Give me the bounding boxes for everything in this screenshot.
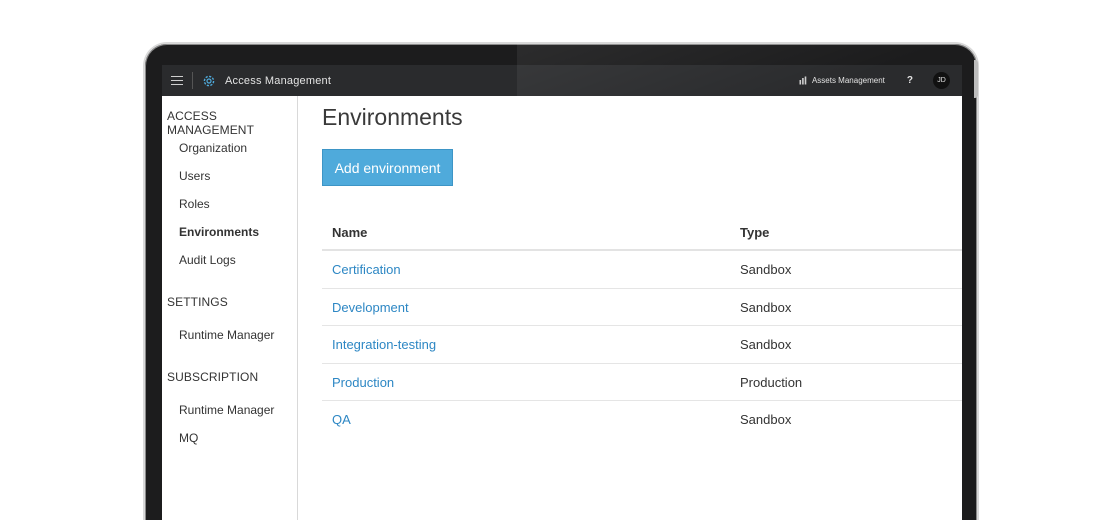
help-icon[interactable]: ? (907, 75, 913, 86)
table-row: Development Sandbox (322, 289, 962, 326)
device-side-button (974, 60, 978, 98)
sidebar-item-mq[interactable]: MQ (179, 431, 198, 445)
laptop-frame: Access Management Assets Management ? JD (145, 44, 977, 520)
sidebar-heading-subscription: SUBSCRIPTION (167, 370, 259, 384)
sidebar-item-audit-logs[interactable]: Audit Logs (179, 253, 236, 267)
sidebar-heading-access-management: ACCESS MANAGEMENT (167, 109, 255, 137)
top-bar: Access Management Assets Management ? JD (162, 65, 962, 96)
gear-icon (202, 74, 216, 88)
column-header-name[interactable]: Name (332, 225, 367, 240)
environment-type: Production (740, 374, 803, 390)
environment-name-link[interactable]: Production (332, 375, 394, 390)
sidebar-item-users[interactable]: Users (179, 169, 210, 183)
sidebar-item-subscription-runtime-manager[interactable]: Runtime Manager (179, 403, 274, 417)
column-header-type[interactable]: Type (740, 225, 769, 240)
environment-name-link[interactable]: Development (332, 300, 409, 315)
topbar-actions: Assets Management ? JD (799, 72, 962, 89)
assets-management-label: Assets Management (811, 76, 885, 85)
environment-type: Sandbox (740, 262, 792, 277)
table-row: Certification Sandbox (322, 251, 962, 289)
table-row: QA Sandbox (322, 401, 962, 439)
table-row: Production Production (322, 364, 962, 401)
table-header: Name Type (322, 215, 962, 251)
environments-table: Name Type Certification Sandbox Developm… (322, 215, 962, 439)
divider (192, 72, 193, 89)
hamburger-icon (171, 76, 183, 85)
main-content: Environments Add environment Name Type C… (299, 96, 962, 520)
sidebar-item-roles[interactable]: Roles (179, 197, 210, 211)
app-screen: Access Management Assets Management ? JD (162, 65, 962, 520)
environment-type: Sandbox (740, 337, 792, 352)
environment-name-link[interactable]: Integration-testing (332, 337, 436, 352)
sidebar-item-settings-runtime-manager[interactable]: Runtime Manager (179, 328, 274, 342)
environment-type: Sandbox (740, 299, 792, 315)
sidebar-heading-settings: SETTINGS (167, 295, 228, 309)
sidebar-item-organization[interactable]: Organization (179, 141, 247, 155)
sidebar: ACCESS MANAGEMENT Organization Users Rol… (162, 96, 298, 520)
assets-management-link[interactable]: Assets Management (799, 76, 885, 85)
environment-name-link[interactable]: Certification (332, 262, 401, 277)
environment-name-link[interactable]: QA (332, 412, 351, 427)
app-title[interactable]: Access Management (225, 75, 331, 87)
assets-icon (799, 76, 808, 85)
page-title: Environments (322, 104, 463, 130)
table-row: Integration-testing Sandbox (322, 326, 962, 364)
environment-type: Sandbox (740, 412, 792, 427)
menu-button[interactable] (162, 65, 192, 96)
sidebar-item-environments[interactable]: Environments (179, 225, 259, 239)
add-environment-button[interactable]: Add environment (322, 149, 453, 186)
user-avatar[interactable]: JD (933, 72, 950, 89)
